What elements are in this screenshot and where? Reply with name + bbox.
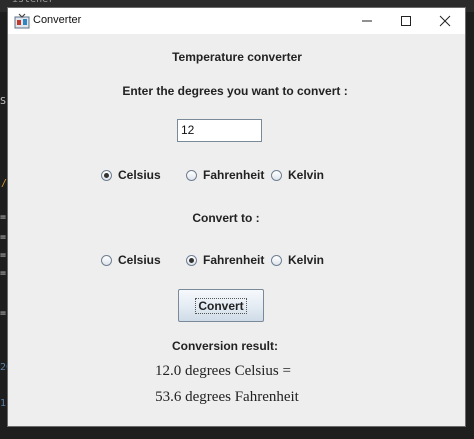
window-title: Converter [33, 14, 82, 26]
radio-label: Fahrenheit [203, 168, 265, 182]
radio-indicator[interactable] [271, 169, 282, 181]
editor-glyph: = [0, 268, 7, 279]
close-icon [439, 15, 451, 27]
radio-label: Celsius [118, 253, 161, 267]
convert-button[interactable]: Convert [178, 289, 264, 322]
java-app-icon [14, 13, 30, 29]
radio-label: Kelvin [288, 253, 325, 267]
result-heading: Conversion result: [171, 339, 279, 353]
radio-indicator[interactable] [271, 254, 282, 266]
editor-glyph: = [0, 308, 7, 319]
from-fahrenheit-radio[interactable]: Fahrenheit [186, 168, 264, 182]
from-celsius-radio[interactable]: Celsius [101, 168, 161, 182]
radio-indicator[interactable] [101, 254, 112, 266]
convert-to-label: Convert to : [192, 211, 260, 225]
radio-label: Celsius [118, 168, 161, 182]
editor-tab-text: istener [12, 0, 54, 5]
degrees-input[interactable]: 12 [177, 119, 262, 142]
radio-label: Fahrenheit [203, 253, 265, 267]
editor-glyph: 1 [0, 398, 7, 409]
editor-glyph: = [0, 232, 7, 243]
converter-window: Converter Temperature converter Enter th… [7, 7, 466, 427]
result-line-2: 53.6 degrees Fahrenheit [155, 389, 299, 405]
radio-label: Kelvin [288, 168, 325, 182]
to-fahrenheit-radio[interactable]: Fahrenheit [186, 253, 264, 267]
result-line-1: 12.0 degrees Celsius = [155, 363, 291, 379]
radio-indicator[interactable] [186, 254, 197, 266]
from-kelvin-radio[interactable]: Kelvin [271, 168, 324, 182]
to-kelvin-radio[interactable]: Kelvin [271, 253, 324, 267]
minimize-icon [362, 20, 372, 22]
radio-indicator[interactable] [101, 169, 112, 181]
maximize-icon [401, 16, 411, 26]
minimize-button[interactable] [347, 8, 387, 34]
close-button[interactable] [425, 8, 465, 34]
title-bar[interactable]: Converter [8, 8, 465, 34]
editor-glyph: = [0, 250, 7, 261]
radio-indicator[interactable] [186, 169, 197, 181]
maximize-button[interactable] [386, 8, 426, 34]
heading-label: Temperature converter [172, 50, 302, 64]
to-celsius-radio[interactable]: Celsius [101, 253, 161, 267]
prompt-label: Enter the degrees you want to convert : [122, 84, 348, 98]
convert-button-label: Convert [195, 297, 247, 314]
editor-glyph: S [0, 96, 7, 107]
editor-glyph: = [0, 212, 7, 223]
